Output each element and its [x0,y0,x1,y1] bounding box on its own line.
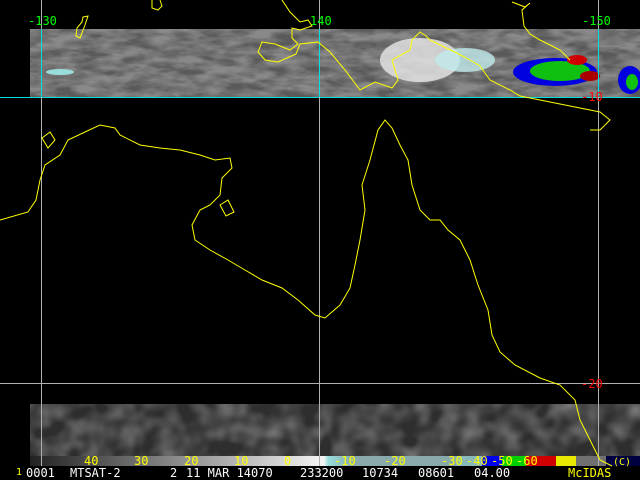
lon-label-140: 140 [310,14,332,28]
satellite-image-viewer: -130 140 -150 -10 -20 40 30 20 10 0 -10 … [0,0,640,480]
image-date: 11 MAR 14070 [186,466,273,480]
band-number: 2 [170,466,178,480]
lat-label-20: -20 [581,377,603,391]
cloud-strip-bottom [30,404,640,456]
satellite-name: MTSAT-2 [70,466,121,480]
mcidas-brand: McIDAS [568,466,612,480]
image-lines: 10734 [362,466,399,480]
image-id: 0001 [26,466,55,480]
cloud-strip-top [30,29,640,98]
image-elements: 08601 [418,466,455,480]
lon-label-150: -150 [582,14,611,28]
lon-label-130: -130 [28,14,57,28]
frame-number: 1 [16,467,23,478]
image-time: 233200 [300,466,344,480]
lat-label-10: -10 [581,90,603,104]
image-info-line: 1 0001 MTSAT-2 2 11 MAR 14070 233200 107… [0,466,640,480]
satellite-map: -130 140 -150 -10 -20 40 30 20 10 0 -10 … [0,0,640,468]
image-resolution: 04.00 [474,466,511,480]
